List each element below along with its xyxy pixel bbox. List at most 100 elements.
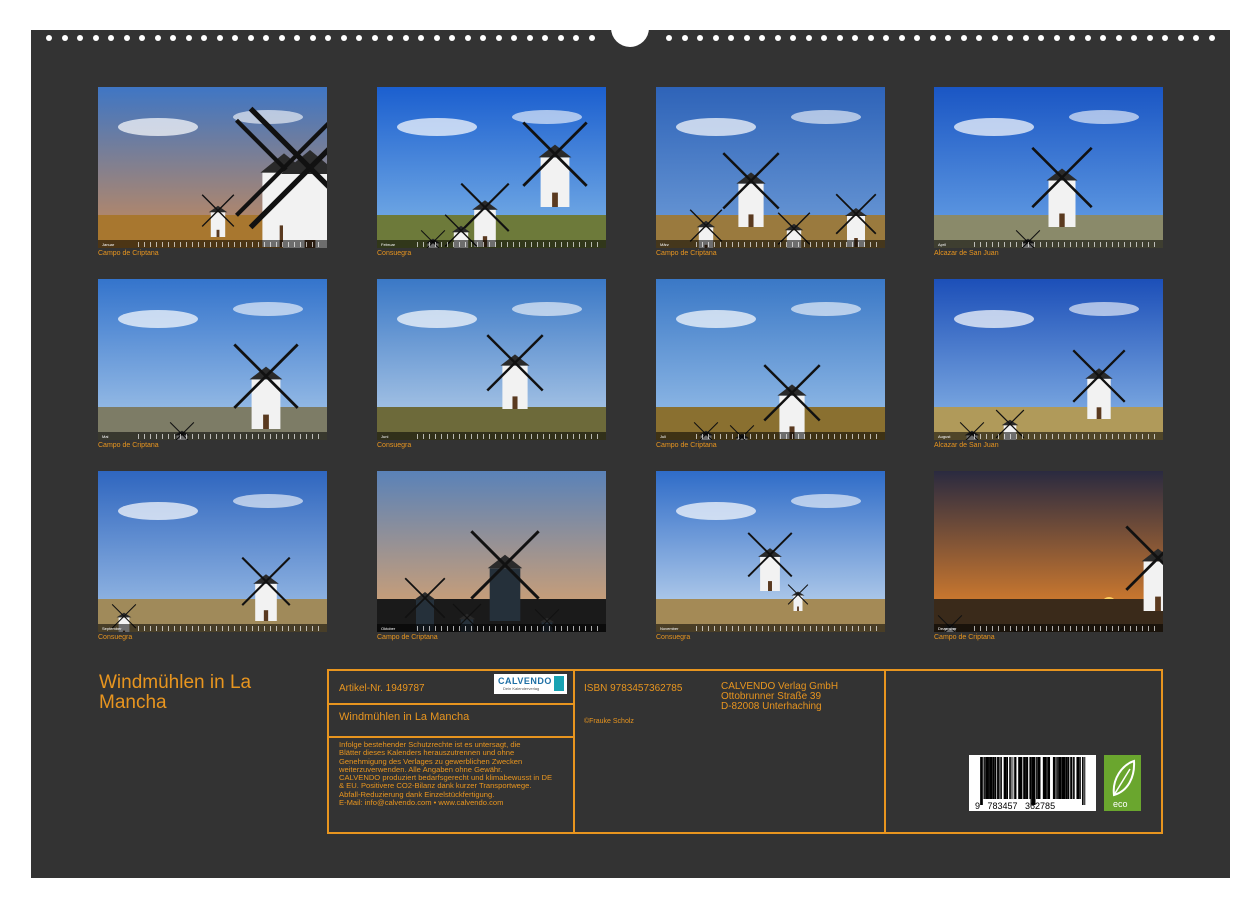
calendar-strip: Juli: [656, 432, 885, 440]
binding-dot: [573, 35, 579, 41]
logo-mark-icon: [554, 676, 564, 691]
month-thumbnail: August: [934, 279, 1163, 440]
binding-dot: [992, 35, 998, 41]
binding-dot: [1193, 35, 1199, 41]
binding-dot: [310, 35, 316, 41]
binding-dot: [325, 35, 331, 41]
binding-dot: [108, 35, 114, 41]
binding-dot: [945, 35, 951, 41]
month-thumbnail: Oktober: [377, 471, 606, 632]
product-title: Windmühlen in La Mancha: [339, 711, 469, 723]
windmill-photo: [377, 279, 606, 440]
binding-dot: [930, 35, 936, 41]
binding-dot: [1069, 35, 1075, 41]
photo-caption: Consuegra: [98, 634, 132, 641]
calendar-strip: August: [934, 432, 1163, 440]
month-name: März: [660, 242, 669, 247]
month-thumbnail: Juli: [656, 279, 885, 440]
month-name: Dezember: [938, 626, 956, 631]
binding-dot: [821, 35, 827, 41]
binding-dot: [1162, 35, 1168, 41]
binding-dot: [1023, 35, 1029, 41]
month-name: Mai: [102, 434, 108, 439]
windmill-photo: [98, 87, 327, 248]
binding-dot: [1209, 35, 1215, 41]
binding-dot: [418, 35, 424, 41]
windmill-photo: [98, 471, 327, 632]
day-ticks: [696, 434, 879, 439]
windmill-photo: [934, 471, 1163, 632]
day-ticks: [138, 626, 321, 631]
binding-dot: [449, 35, 455, 41]
binding-dot: [77, 35, 83, 41]
binding-dot: [1116, 35, 1122, 41]
calendar-title: Windmühlen in La Mancha: [99, 673, 309, 713]
photo-caption: Campo de Criptana: [934, 634, 995, 641]
logo-word: CALVENDO: [498, 676, 552, 686]
binding-dot: [387, 35, 393, 41]
day-ticks: [696, 242, 879, 247]
binding-dot: [62, 35, 68, 41]
day-ticks: [974, 242, 1157, 247]
windmill-photo: [656, 279, 885, 440]
binding-dot: [806, 35, 812, 41]
isbn: ISBN 9783457362785: [584, 683, 682, 694]
binding-dot: [248, 35, 254, 41]
binding-dot: [666, 35, 672, 41]
month-thumbnail: April: [934, 87, 1163, 248]
month-thumbnail: Dezember: [934, 471, 1163, 632]
binding-dot: [883, 35, 889, 41]
month-thumbnail: Februar: [377, 87, 606, 248]
month-name: Juni: [381, 434, 388, 439]
month-name: Februar: [381, 242, 395, 247]
month-thumbnail: März: [656, 87, 885, 248]
day-ticks: [138, 434, 321, 439]
binding-dot: [186, 35, 192, 41]
binding-dot: [372, 35, 378, 41]
binding-dot: [170, 35, 176, 41]
day-ticks: [417, 626, 600, 631]
photo-caption: Alcazar de San Juan: [934, 250, 999, 257]
binding-dot: [1054, 35, 1060, 41]
windmill-photo: [377, 87, 606, 248]
windmill-photo: [377, 471, 606, 632]
binding-dot: [1178, 35, 1184, 41]
binding-dot: [744, 35, 750, 41]
binding-dot: [155, 35, 161, 41]
binding-dot: [759, 35, 765, 41]
publisher-line: D-82008 Unterhaching: [721, 702, 838, 712]
binding-dot: [480, 35, 486, 41]
month-name: April: [938, 242, 946, 247]
calendar-strip: September: [98, 624, 327, 632]
logo-sub: Dein Kalenderverlag: [503, 686, 539, 691]
legal-text: Infolge bestehender Schutzrechte ist es …: [339, 741, 569, 807]
day-ticks: [138, 242, 321, 247]
binding-dot: [1085, 35, 1091, 41]
copyright: ©Frauke Scholz: [584, 718, 634, 725]
binding-dot: [341, 35, 347, 41]
month-name: Januar: [102, 242, 114, 247]
binding-dot: [868, 35, 874, 41]
binding-dot: [713, 35, 719, 41]
month-thumbnail: September: [98, 471, 327, 632]
binding-dot: [232, 35, 238, 41]
binding-dot: [46, 35, 52, 41]
day-ticks: [974, 434, 1157, 439]
article-number: Artikel-Nr. 1949787: [339, 683, 425, 694]
binding-dot: [403, 35, 409, 41]
legal-line: E-Mail: info@calvendo.com • www.calvendo…: [339, 799, 569, 807]
binding-dot: [124, 35, 130, 41]
binding-dot: [93, 35, 99, 41]
binding-dot: [976, 35, 982, 41]
calendar-strip: März: [656, 240, 885, 248]
binding-dot: [682, 35, 688, 41]
binding-dot: [1100, 35, 1106, 41]
calendar-strip: Januar: [98, 240, 327, 248]
barcode-bars: 9 783457 362785: [969, 755, 1096, 811]
barcode: 9 783457 362785: [969, 755, 1096, 811]
barcode-digits: 9 783457 362785: [975, 801, 1055, 811]
photo-caption: Campo de Criptana: [656, 442, 717, 449]
binding-dot: [790, 35, 796, 41]
binding-dot: [852, 35, 858, 41]
binding-dot: [527, 35, 533, 41]
